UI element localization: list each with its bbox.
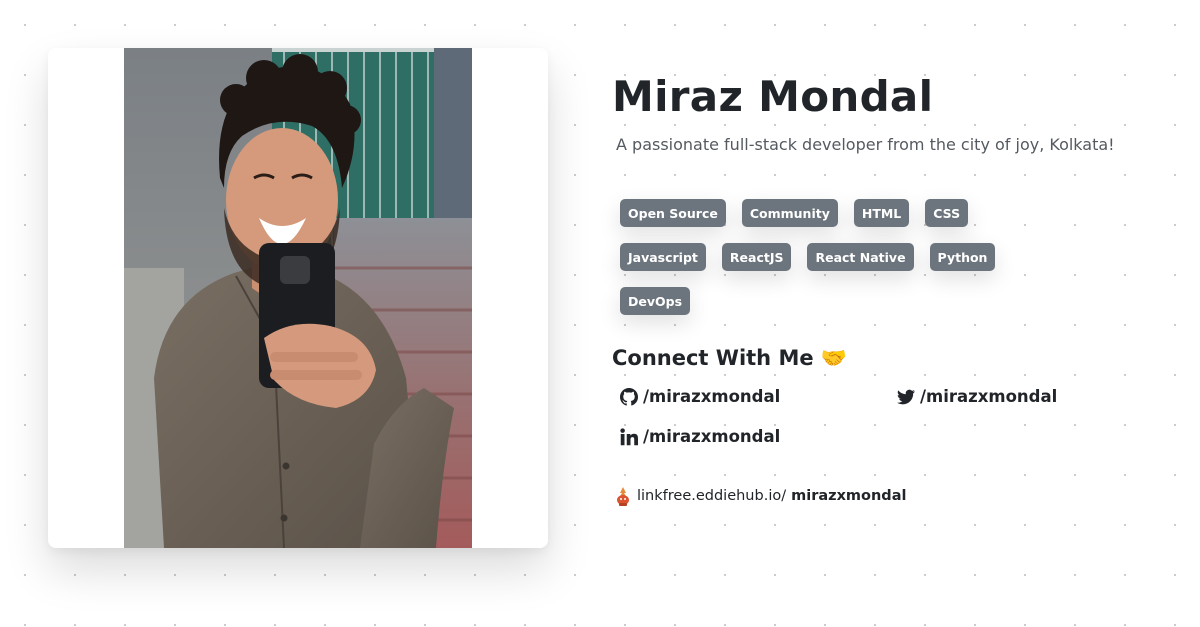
connect-heading: Connect With Me 🤝 [612, 346, 848, 370]
profile-photo [48, 48, 548, 548]
twitter-link[interactable]: /mirazxmondal [897, 387, 1057, 406]
tag-community[interactable]: Community [741, 199, 838, 227]
twitter-handle: /mirazxmondal [920, 387, 1058, 406]
linkfree-link[interactable]: linkfree.eddiehub.io/ mirazxmondal [614, 486, 906, 506]
tag-row: DevOps [620, 287, 1040, 315]
linkedin-icon [620, 427, 638, 445]
twitter-icon [897, 389, 915, 404]
tag-row: Open Source Community HTML CSS [620, 199, 1040, 227]
linkfree-username: mirazxmondal [791, 488, 907, 504]
tag-css[interactable]: CSS [925, 199, 969, 227]
github-icon [620, 387, 638, 406]
tag-row: Javascript ReactJS React Native Python [620, 243, 1040, 271]
tag-python[interactable]: Python [929, 243, 996, 271]
tag-list: Open Source Community HTML CSS Javascrip… [620, 199, 1040, 331]
tag-html[interactable]: HTML [853, 199, 910, 227]
linkfree-host: linkfree.eddiehub.io/ [637, 488, 787, 504]
tag-open-source[interactable]: Open Source [620, 199, 726, 227]
tag-devops[interactable]: DevOps [620, 287, 691, 315]
profile-name: Miraz Mondal [612, 72, 934, 121]
profile-photo-image [124, 48, 472, 548]
linkedin-link[interactable]: /mirazxmondal [620, 427, 780, 446]
tag-javascript[interactable]: Javascript [620, 243, 706, 271]
profile-tagline: A passionate full-stack developer from t… [616, 135, 1115, 154]
tag-reactjs[interactable]: ReactJS [721, 243, 792, 271]
github-link[interactable]: /mirazxmondal [620, 387, 780, 406]
tag-react-native[interactable]: React Native [807, 243, 914, 271]
github-handle: /mirazxmondal [643, 387, 781, 406]
linkedin-handle: /mirazxmondal [643, 427, 781, 446]
linkfree-logo-icon [617, 487, 629, 506]
